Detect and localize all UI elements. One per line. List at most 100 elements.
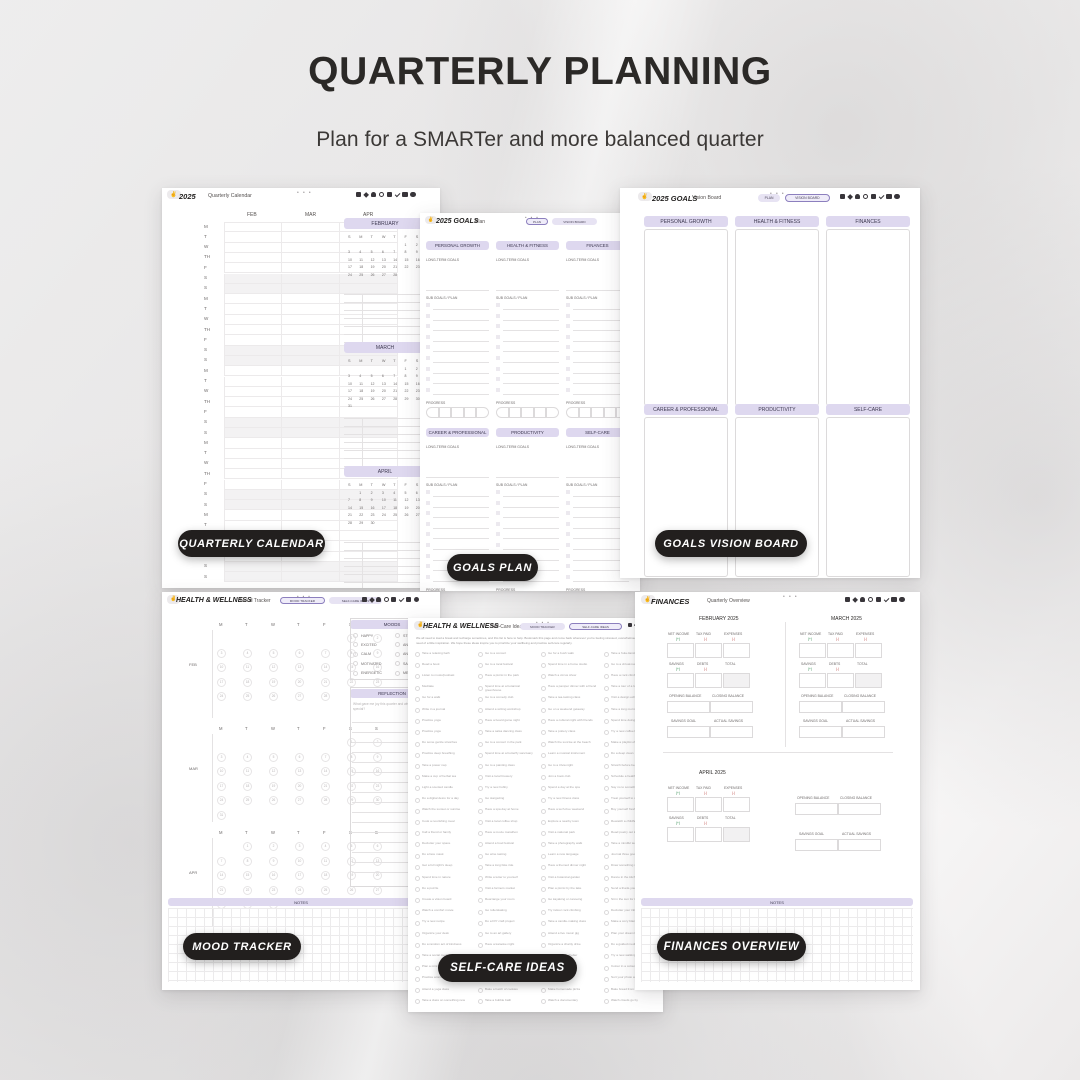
calendar-cell[interactable] [282,500,340,511]
self-care-checkbox[interactable] [478,864,483,870]
finance-input[interactable] [855,643,882,658]
self-care-checkbox[interactable] [541,808,546,814]
self-care-checkbox[interactable] [541,741,546,747]
self-care-checkbox[interactable] [415,988,420,993]
calendar-cell[interactable] [224,479,282,490]
self-care-checkbox[interactable] [604,719,609,725]
finance-input[interactable] [695,643,722,658]
self-care-checkbox[interactable] [415,708,420,713]
sub-goal-checkbox[interactable] [426,366,430,371]
shape-icon[interactable] [378,192,385,198]
tab-plan[interactable]: PLAN [526,218,548,225]
sub-goal-checkbox[interactable] [426,313,430,318]
self-care-checkbox[interactable] [604,976,609,982]
lasso-icon[interactable] [386,192,393,198]
sub-goal-checkbox[interactable] [426,553,430,558]
sub-goal-checkbox[interactable] [496,334,500,339]
sub-goal-checkbox[interactable] [426,574,430,579]
self-care-checkbox[interactable] [604,999,609,1005]
self-care-checkbox[interactable] [415,775,420,781]
calendar-cell[interactable] [282,345,340,356]
self-care-checkbox[interactable] [415,797,420,803]
shape-icon[interactable] [862,194,869,200]
shape-icon[interactable] [867,597,874,603]
progress-cell[interactable] [566,407,579,418]
self-care-checkbox[interactable] [604,853,609,859]
note-icon[interactable] [406,597,412,602]
self-care-checkbox[interactable] [478,652,483,657]
sub-goal-checkbox[interactable] [496,490,500,494]
finance-input[interactable] [710,726,753,738]
self-care-checkbox[interactable] [415,920,420,926]
calendar-cell[interactable] [282,479,340,490]
eraser-icon[interactable] [847,193,854,200]
lasso-icon[interactable] [870,194,877,200]
sub-goal-checkbox[interactable] [496,366,500,371]
calendar-cell[interactable] [282,314,340,325]
self-care-checkbox[interactable] [541,864,546,870]
highlighter-icon[interactable] [859,597,866,603]
self-care-checkbox[interactable] [415,663,420,669]
finance-input[interactable] [799,673,826,688]
self-care-checkbox[interactable] [415,752,420,758]
sub-goal-checkbox[interactable] [496,313,500,318]
progress-cell[interactable] [438,407,452,418]
calendar-cell[interactable] [224,345,282,356]
finance-input[interactable] [710,701,753,713]
sub-goal-checkbox[interactable] [496,500,500,505]
self-care-checkbox[interactable] [541,764,546,769]
sub-goal-checkbox[interactable] [426,356,430,360]
calendar-cell[interactable] [282,561,340,573]
progress-cell[interactable] [578,407,592,418]
self-care-checkbox[interactable] [604,864,609,870]
self-care-checkbox[interactable] [541,943,546,949]
self-care-checkbox[interactable] [415,943,420,949]
sub-goal-checkbox[interactable] [566,356,570,360]
calendar-cell[interactable] [282,407,340,418]
finance-input[interactable] [842,726,885,738]
self-care-checkbox[interactable] [541,898,546,904]
self-care-checkbox[interactable] [604,932,609,937]
calendar-cell[interactable] [224,386,282,398]
sub-goal-checkbox[interactable] [426,377,430,382]
self-care-checkbox[interactable] [415,652,420,657]
self-care-checkbox[interactable] [478,876,483,881]
tab-vision-board[interactable]: VISION BOARD [785,194,830,202]
calendar-cell[interactable] [282,335,340,346]
sub-goal-checkbox[interactable] [566,324,570,329]
self-care-checkbox[interactable] [604,965,609,971]
sub-goal-checkbox[interactable] [426,345,430,350]
sub-goal-checkbox[interactable] [496,387,500,392]
calendar-cell[interactable] [282,386,340,398]
self-care-checkbox[interactable] [478,943,483,949]
finance-input[interactable] [838,839,881,851]
sub-goal-checkbox[interactable] [566,521,570,526]
self-care-checkbox[interactable] [541,775,546,781]
self-care-checkbox[interactable] [541,842,546,848]
self-care-checkbox[interactable] [541,663,546,669]
calendar-cell[interactable] [282,366,340,377]
calendar-cell[interactable] [282,510,340,521]
self-care-checkbox[interactable] [478,663,483,669]
finance-input[interactable] [695,673,722,688]
self-care-checkbox[interactable] [415,786,420,792]
self-care-checkbox[interactable] [604,909,609,915]
calendar-cell[interactable] [282,232,340,243]
self-care-checkbox[interactable] [604,831,609,837]
sub-goal-checkbox[interactable] [426,334,430,339]
calendar-cell[interactable] [224,273,282,284]
self-care-checkbox[interactable] [478,775,483,781]
shape-icon[interactable] [383,597,389,602]
self-care-checkbox[interactable] [604,764,609,769]
self-care-checkbox[interactable] [478,887,483,893]
sub-goal-checkbox[interactable] [426,324,430,329]
finance-input[interactable] [799,726,842,738]
calendar-cell[interactable] [340,531,398,542]
self-care-checkbox[interactable] [541,674,546,680]
calendar-cell[interactable] [224,325,282,336]
self-care-checkbox[interactable] [604,652,609,657]
self-care-checkbox[interactable] [604,920,609,926]
self-care-checkbox[interactable] [604,887,609,893]
calendar-cell[interactable] [224,314,282,325]
self-care-checkbox[interactable] [478,696,483,702]
